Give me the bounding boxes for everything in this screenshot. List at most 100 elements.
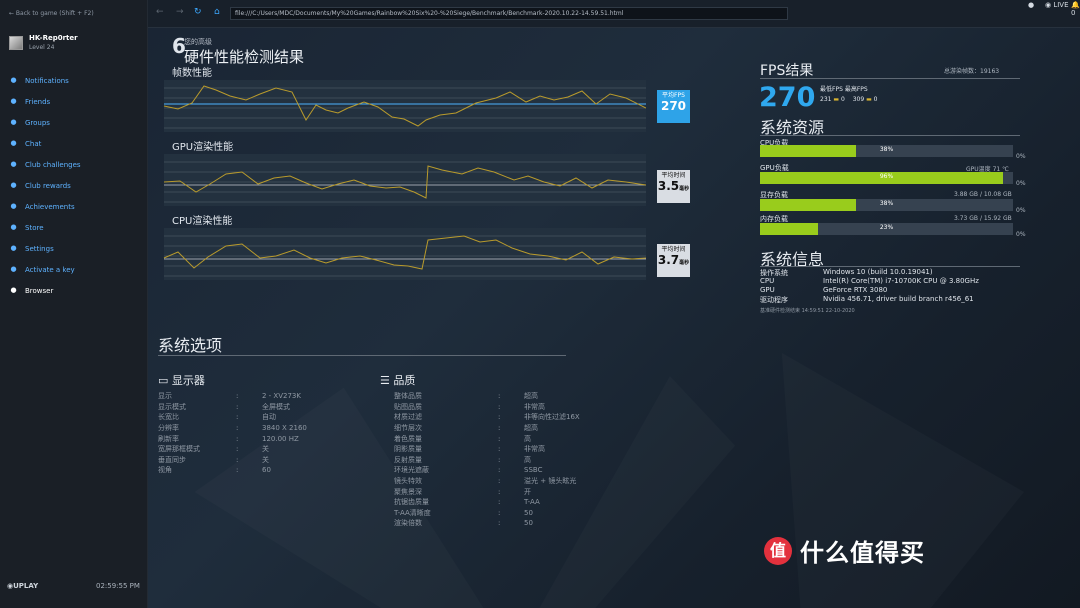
- sidebar-item-label: Chat: [25, 139, 42, 148]
- username: HK-Rep0rter: [29, 34, 78, 42]
- trophy-icon: ●: [10, 160, 17, 168]
- settings-icon: ●: [10, 244, 17, 252]
- avg-label: 平均时间: [661, 246, 686, 253]
- display-title: 显示器: [171, 374, 205, 387]
- display-section-title: ▭ 显示器: [158, 372, 205, 388]
- sidebar-item-friends[interactable]: ● Friends: [9, 91, 139, 112]
- display-row: 宽屏那框模式: 关: [158, 445, 269, 454]
- benchmark-page: 6 您的高级 硬件性能检测结果 帧数性能 平均FPS 270 GPU渲染性能 平…: [148, 28, 1080, 608]
- vram-load-text: 38%: [879, 200, 894, 207]
- benchmark-footer: 基准硬件检测结束 14:59:51 22-10-2020: [760, 308, 855, 314]
- gpu-chart-svg: [163, 154, 647, 206]
- display-row: 长宽比: 自动: [158, 413, 276, 422]
- sidebar-item-club-rewards[interactable]: ● Club rewards: [9, 175, 139, 196]
- user-level: Level 24: [29, 44, 55, 51]
- avatar-icon[interactable]: ●: [1028, 1, 1034, 9]
- fps-value: 270: [759, 82, 816, 113]
- back-to-game-link[interactable]: ← Back to game (Shift + F2): [9, 10, 94, 17]
- quality-settings-list: 整体品质: 超高 贴图品质: 非常高 材质过滤: 非等向性过滤16X 细节层次: 超高 …: [394, 391, 580, 529]
- avg-unit: 毫秒: [679, 186, 690, 192]
- display-row: 显示模式: 全屏模式: [158, 402, 290, 411]
- sidebar-item-label: Club rewards: [25, 181, 71, 190]
- ram-load-zero: 0%: [1016, 231, 1026, 238]
- display-row: 刷新率:120.00 HZ: [158, 434, 299, 443]
- home-icon[interactable]: ⌂: [214, 7, 220, 17]
- sidebar-item-label: Notifications: [25, 76, 69, 85]
- display-row: 视角:60: [158, 466, 271, 475]
- quality-row: 渲染倍数:50: [394, 519, 533, 528]
- quality-row: 聚焦景深: 开: [394, 487, 531, 496]
- gpu-load-zero: 0%: [1016, 180, 1026, 187]
- sidebar-item-label: Settings: [25, 244, 54, 253]
- sidebar-item-label: Groups: [25, 118, 50, 127]
- refresh-icon[interactable]: ↻: [194, 7, 202, 17]
- display-settings-list: 显示:2 - XV273K 显示模式: 全屏模式 长宽比: 自动 分辨率:3840 …: [158, 391, 307, 476]
- reward-icon: ●: [10, 181, 17, 189]
- uplay-brand-text: UPLAY: [13, 582, 39, 590]
- uplay-logo: ◉UPLAY: [7, 582, 39, 590]
- avg-unit: 毫秒: [679, 260, 690, 266]
- sliders-icon: ☰: [380, 374, 390, 387]
- quality-row: 抗锯齿质量: T-AA: [394, 498, 540, 507]
- quality-section-title: ☰ 品质: [380, 372, 415, 388]
- avg-value: 270: [660, 99, 687, 113]
- sidebar-item-club-challenges[interactable]: ● Club challenges: [9, 154, 139, 175]
- bell-icon: ●: [10, 76, 17, 84]
- quality-row: 材质过滤: 非等向性过滤16X: [394, 413, 580, 422]
- chat-icon: ●: [10, 139, 17, 147]
- watermark-text: 什么值得买: [800, 539, 925, 567]
- ram-usage: 3.73 GB / 15.92 GB: [954, 215, 1012, 222]
- sidebar-item-notifications[interactable]: ● Notifications: [9, 70, 139, 91]
- sidebar: ← Back to game (Shift + F2) HK-Rep0rter …: [0, 0, 148, 608]
- avg-value: 3.5: [657, 179, 680, 193]
- sidebar-item-browser[interactable]: ● Browser: [9, 280, 139, 301]
- system-options-divider: [158, 355, 566, 356]
- sidebar-item-chat[interactable]: ● Chat: [9, 133, 139, 154]
- browser-icon: ●: [10, 286, 17, 294]
- gpu-load-text: 96%: [879, 173, 894, 180]
- avatar[interactable]: [9, 35, 23, 50]
- profile[interactable]: HK-Rep0rter Level 24: [9, 34, 78, 51]
- back-icon[interactable]: ←: [156, 7, 164, 17]
- max-fps-label: 最高FPS: [844, 86, 868, 93]
- gpu-chart-title: GPU渲染性能: [172, 142, 234, 153]
- min-fps-value: 231: [820, 96, 832, 103]
- clock: 02:59:55 PM: [96, 582, 140, 590]
- url-bar[interactable]: file:///C:/Users/MDC/Documents/My%20Game…: [230, 7, 788, 20]
- ram-load-bar: 23%: [760, 223, 1013, 235]
- fps-minmax-labels: 最低FPS 最高FPS: [820, 84, 868, 93]
- quality-row: 着色质量: 高: [394, 434, 531, 443]
- cpu-load-bar: 38%: [760, 145, 1013, 157]
- watermark-icon: 值: [764, 536, 792, 565]
- sidebar-item-settings[interactable]: ● Settings: [9, 238, 139, 259]
- fps-average-badge: 平均FPS 270: [657, 90, 690, 123]
- notifications-icon[interactable]: 🔔0: [1071, 1, 1080, 17]
- cpu-average-badge: 平均时间 3.7毫秒: [657, 244, 690, 277]
- display-icon: ▭: [158, 374, 169, 387]
- quality-row: 环境光遮蔽: SSBC: [394, 466, 543, 475]
- system-info-divider: [760, 266, 1020, 267]
- cpu-chart: [156, 228, 647, 280]
- gpu-average-badge: 平均时间 3.5毫秒: [657, 170, 690, 203]
- system-info-row: 驱动程序 Nvidia 456.71, driver build branch r…: [760, 295, 974, 304]
- cpu-chart-title: CPU渲染性能: [172, 216, 233, 227]
- display-row: 分辨率:3840 X 2160: [158, 424, 307, 433]
- sidebar-item-label: Club challenges: [25, 160, 81, 169]
- quality-row: 反射质量: 高: [394, 455, 531, 464]
- friends-icon: ●: [10, 97, 17, 105]
- sidebar-item-activate-key[interactable]: ● Activate a key: [9, 259, 139, 280]
- quality-row: 镜头特效: 溢光 + 镜头眩光: [394, 477, 577, 486]
- live-indicator[interactable]: ◉ LIVE: [1045, 1, 1069, 9]
- avg-value: 3.7: [657, 253, 680, 267]
- sidebar-item-achievements[interactable]: ● Achievements: [9, 196, 139, 217]
- display-row: 垂直同步: 关: [158, 455, 269, 464]
- sidebar-item-groups[interactable]: ● Groups: [9, 112, 139, 133]
- forward-icon[interactable]: →: [176, 7, 184, 17]
- fps-minmax-values: 231 ▬ 0 309 ▬ 0: [820, 96, 878, 103]
- gpu-load-bar: 96%: [760, 172, 1013, 184]
- cpu-load-zero: 0%: [1016, 153, 1026, 160]
- sidebar-item-store[interactable]: ● Store: [9, 217, 139, 238]
- store-icon: ●: [10, 223, 17, 231]
- ram-load-text: 23%: [879, 224, 894, 231]
- avg-label: 平均FPS: [662, 92, 685, 99]
